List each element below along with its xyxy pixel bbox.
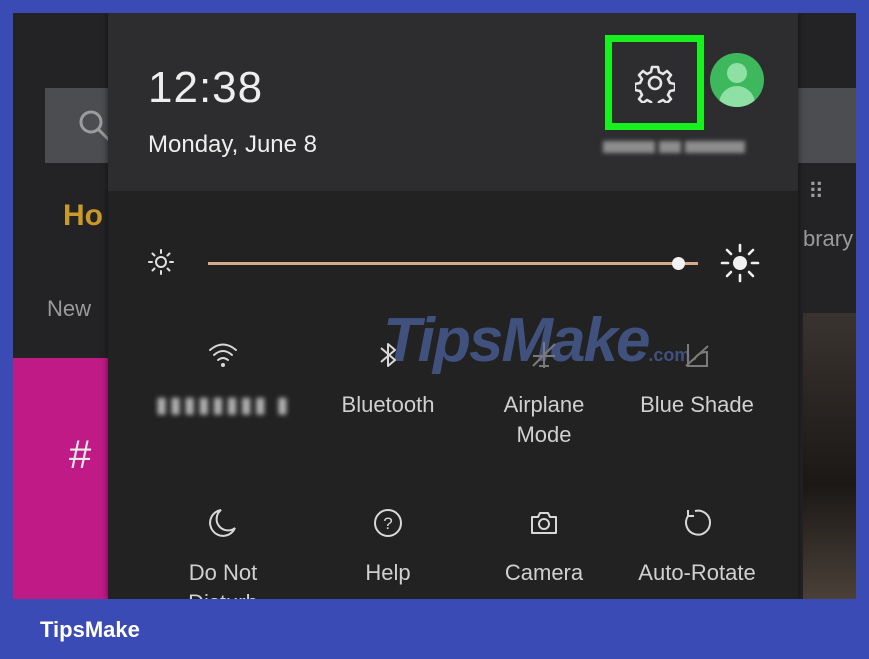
sun-large-icon — [720, 243, 760, 283]
camera-icon — [531, 512, 557, 534]
tile-blue-shade[interactable]: Blue Shade — [627, 338, 767, 420]
account-avatar[interactable] — [710, 53, 764, 107]
tile-bluetooth[interactable]: Bluetooth — [318, 338, 458, 420]
tile-auto-rotate-label: Auto-Rotate — [638, 560, 756, 585]
background-promo-card: # — [13, 358, 111, 599]
settings-highlight-box[interactable] — [605, 35, 704, 130]
background-promo-text: # — [69, 433, 92, 477]
brightness-slider-thumb[interactable] — [672, 257, 686, 270]
tile-blue-shade-label: Blue Shade — [640, 392, 754, 417]
account-name-blurred — [603, 140, 763, 154]
rotate-icon — [685, 509, 712, 536]
brightness-slider-track[interactable] — [208, 262, 698, 265]
notification-shade: 12:38 Monday, June 8 TipsMake.com ▮▮▮▮▮▮… — [108, 13, 798, 599]
tile-airplane-label: Airplane Mode — [503, 392, 585, 447]
footer-brand: TipsMake — [40, 617, 140, 642]
tile-auto-rotate[interactable]: Auto-Rotate — [627, 506, 767, 588]
device-screen: Ho New ⠿ brary # 12:38 Monday, June 8 Ti… — [13, 13, 856, 599]
tile-help[interactable]: ? Help — [318, 506, 458, 588]
sun-small-icon — [148, 249, 174, 275]
moon-icon — [209, 509, 236, 537]
tile-bluetooth-label: Bluetooth — [341, 392, 435, 417]
background-grid-icon: ⠿ — [808, 179, 825, 204]
wifi-icon — [209, 343, 237, 367]
tile-do-not-disturb[interactable]: Do Not Disturb — [153, 506, 293, 599]
help-icon: ? — [374, 509, 402, 537]
svg-text:?: ? — [383, 514, 392, 533]
date: Monday, June 8 — [148, 131, 317, 158]
tile-airplane-mode[interactable]: Airplane Mode — [474, 338, 614, 450]
tile-wifi-label: ▮▮▮▮▮▮▮▮ ▮ — [155, 392, 291, 417]
tile-camera-label: Camera — [504, 560, 584, 585]
tile-dnd-label: Do Not Disturb — [188, 560, 258, 599]
blue-shade-icon — [685, 344, 709, 367]
airplane-icon — [532, 342, 556, 368]
tile-wifi[interactable]: ▮▮▮▮▮▮▮▮ ▮ — [153, 338, 293, 420]
background-book-cover — [803, 313, 856, 599]
bluetooth-icon — [380, 343, 396, 367]
footer-bar: TipsMake — [0, 599, 869, 659]
image-frame: Ho New ⠿ brary # 12:38 Monday, June 8 Ti… — [0, 0, 869, 659]
tile-camera[interactable]: Camera — [474, 506, 614, 588]
tile-help-label: Help — [365, 560, 411, 585]
background-library-tab: brary — [803, 226, 854, 251]
gear-icon[interactable] — [634, 63, 675, 103]
shade-header: 12:38 Monday, June 8 — [108, 13, 798, 191]
background-search-bar — [45, 88, 115, 163]
brightness-row — [108, 243, 798, 283]
background-new-label: New — [47, 296, 92, 321]
background-home-tab: Ho — [63, 199, 103, 232]
person-icon — [727, 63, 747, 83]
clock: 12:38 — [148, 63, 264, 112]
